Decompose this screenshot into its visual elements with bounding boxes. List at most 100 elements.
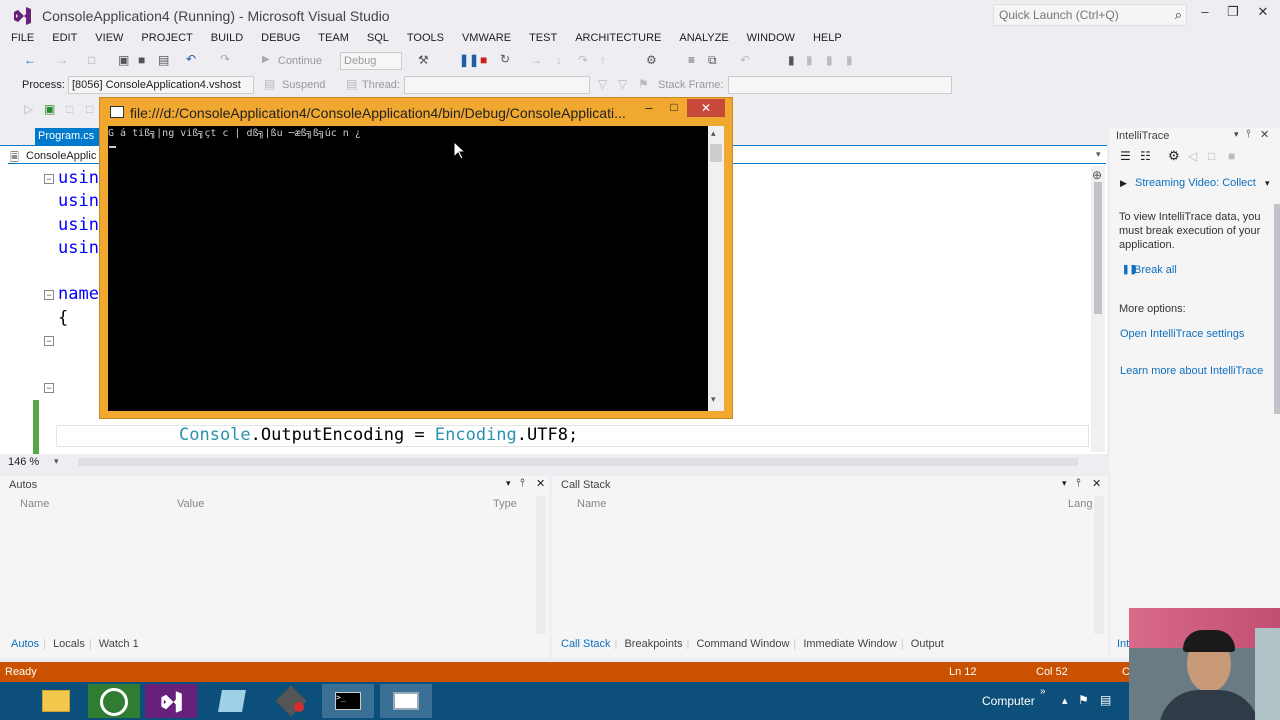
collapse-class-icon[interactable]: − [44, 336, 54, 346]
callstack-col-name[interactable]: Name [577, 498, 606, 510]
menu-team[interactable]: TEAM [307, 30, 356, 44]
tab-autos[interactable]: Autos [11, 638, 39, 650]
autos-close-icon[interactable]: ✕ [536, 477, 545, 490]
next-bookmark-icon[interactable]: ▮ [826, 53, 833, 67]
menu-analyze[interactable]: ANALYZE [668, 30, 735, 44]
quick-launch-box[interactable]: ⌕ [993, 4, 1187, 26]
horizontal-scrollbar[interactable] [78, 458, 1078, 466]
menu-architecture[interactable]: ARCHITECTURE [564, 30, 668, 44]
scroll-up-icon[interactable]: ▴ [711, 128, 716, 139]
forward-icon[interactable]: → [56, 53, 68, 67]
redo-icon[interactable]: ↷ [220, 52, 230, 66]
menu-vmware[interactable]: VMWARE [451, 30, 518, 44]
restart-icon[interactable]: ↻ [500, 52, 510, 66]
suspend-icon[interactable]: ▤ [264, 77, 275, 91]
step-out-icon[interactable]: ↑ [600, 53, 606, 67]
window-taskbar-button[interactable] [380, 684, 432, 718]
open-file-icon[interactable]: □ [1208, 149, 1215, 163]
intellitrace-scrollbar[interactable] [1274, 204, 1280, 414]
stack-frame-select[interactable] [728, 76, 952, 94]
vertical-scroll-thumb[interactable] [1094, 182, 1102, 314]
network-icon[interactable]: ▤ [1100, 693, 1111, 707]
stop-debugging-icon[interactable]: ■ [480, 53, 487, 67]
nav-right-chevron-icon[interactable]: ▾ [1096, 149, 1101, 160]
menu-tools[interactable]: TOOLS [396, 30, 451, 44]
menu-view[interactable]: VIEW [84, 30, 130, 44]
callstack-close-icon[interactable]: ✕ [1092, 477, 1101, 490]
open-intellitrace-settings-link[interactable]: Open IntelliTrace settings [1120, 328, 1244, 340]
streaming-dropdown-icon[interactable]: ▾ [1265, 178, 1270, 189]
menu-sql[interactable]: SQL [356, 30, 396, 44]
configuration-select[interactable]: Debug [340, 52, 402, 70]
menu-test[interactable]: TEST [518, 30, 564, 44]
bookmark-icon[interactable]: ▮ [788, 53, 795, 67]
tab-command-window[interactable]: Command Window [696, 638, 789, 650]
console-maximize-button[interactable]: □ [661, 100, 687, 118]
console-scrollbar[interactable]: ▴ ▾ [708, 126, 724, 411]
console-window[interactable]: file:///d:/ConsoleApplication4/ConsoleAp… [99, 97, 733, 419]
visual-studio-taskbar-button[interactable] [145, 684, 197, 718]
autos-col-type[interactable]: Type [493, 498, 517, 510]
windows-icon[interactable]: ⧉ [708, 53, 717, 68]
menu-debug[interactable]: DEBUG [250, 30, 307, 44]
tab-intellitrace-bottom[interactable]: Int [1117, 638, 1129, 650]
menu-window[interactable]: WINDOW [736, 30, 802, 44]
threads-icon[interactable]: ≡ [688, 53, 695, 67]
step-over-icon[interactable]: ↷ [578, 53, 588, 67]
back-small-icon[interactable]: ▷ [24, 102, 33, 116]
console-close-button[interactable]: ✕ [687, 99, 725, 117]
app-taskbar-button[interactable] [88, 684, 140, 718]
minimize-button[interactable]: ‒ [1190, 4, 1220, 24]
file-explorer-taskbar-button[interactable] [30, 684, 82, 718]
filter-clear-icon[interactable]: ▽ [618, 77, 627, 91]
autos-col-value[interactable]: Value [177, 498, 204, 510]
nav-left-dropdown[interactable]: ConsoleApplic [26, 150, 96, 162]
step-into-icon[interactable]: ↓ [556, 53, 562, 67]
break-all-icon[interactable]: ❚❚ [459, 53, 479, 67]
process-select[interactable]: [8056] ConsoleApplication4.vshost [68, 76, 254, 94]
split-icon[interactable]: ⊕ [1092, 168, 1102, 182]
zoom-dropdown-icon[interactable]: ▾ [54, 456, 59, 467]
toolbar-expand-icon[interactable]: » [1040, 686, 1046, 697]
panel-pin-icon[interactable]: ⫯ [1246, 128, 1251, 141]
menu-project[interactable]: PROJECT [130, 30, 199, 44]
menu-build[interactable]: BUILD [200, 30, 250, 44]
callstack-menu-icon[interactable]: ▾ [1062, 478, 1067, 489]
clear-bookmark-icon[interactable]: ▮ [846, 53, 853, 67]
tab-breakpoints[interactable]: Breakpoints [624, 638, 682, 650]
tool-taskbar-button[interactable] [266, 684, 318, 718]
stop-small-icon[interactable]: □ [66, 102, 73, 116]
collapse-icon[interactable]: − [44, 174, 54, 184]
panel-menu-icon[interactable]: ▾ [1234, 129, 1239, 140]
calls-view-icon[interactable]: ☷ [1140, 149, 1151, 163]
tray-up-arrow-icon[interactable]: ▴ [1062, 694, 1068, 707]
collapse-namespace-icon[interactable]: − [44, 290, 54, 300]
type-dropdown[interactable]: 🗏 [10, 149, 19, 168]
tab-locals[interactable]: Locals [53, 638, 85, 650]
console-output-area[interactable]: G á tiß╗|ng viß╗çt c | dß╗|ßu ─æß╗ß╗úc n… [108, 126, 708, 411]
menu-file[interactable]: FILE [0, 30, 41, 44]
open-icon[interactable]: ▣ [118, 53, 129, 67]
learn-more-link[interactable]: Learn more about IntelliTrace [1120, 365, 1263, 377]
quick-launch-input[interactable] [994, 5, 1164, 25]
callstack-pin-icon[interactable]: ⫯ [1076, 477, 1081, 490]
callstack-scrollbar[interactable] [1094, 496, 1104, 634]
panel-close-icon[interactable]: ✕ [1260, 128, 1269, 141]
computer-toolbar-label[interactable]: Computer [982, 694, 1035, 708]
autos-scrollbar[interactable] [536, 496, 546, 634]
prev-bookmark-icon[interactable]: ▮ [806, 53, 813, 67]
vertical-scrollbar[interactable] [1091, 166, 1105, 452]
tab-output[interactable]: Output [911, 638, 944, 650]
tab-call-stack[interactable]: Call Stack [561, 638, 611, 650]
scroll-down-icon[interactable]: ▾ [711, 394, 716, 405]
collapse-method-icon[interactable]: − [44, 383, 54, 393]
menu-edit[interactable]: EDIT [41, 30, 84, 44]
console-scroll-thumb[interactable] [710, 144, 722, 162]
thread-select[interactable] [404, 76, 590, 94]
prev-event-icon[interactable]: ◁ [1188, 149, 1197, 163]
format-small-icon[interactable]: □ [86, 102, 93, 116]
continue-label[interactable]: Continue [278, 55, 322, 67]
callstack-col-lang[interactable]: Lang [1068, 498, 1092, 510]
break-all-link[interactable]: Break all [1134, 264, 1177, 276]
console-minimize-button[interactable]: ‒ [636, 100, 662, 118]
